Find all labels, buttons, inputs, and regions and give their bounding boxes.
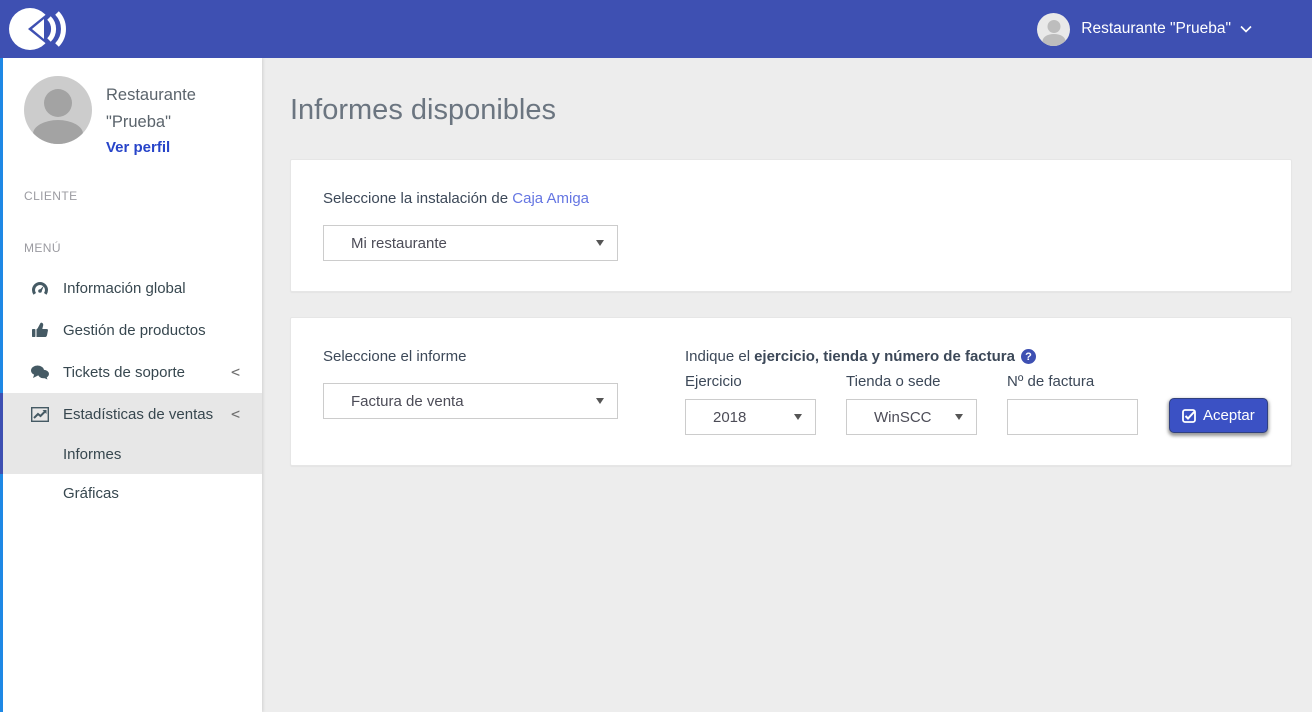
sidebar-subitem-graficas[interactable]: Gráficas [0,474,262,513]
sidebar-item-estadisticas-ventas[interactable]: Estadísticas de ventas < [0,393,262,435]
user-avatar [1037,13,1070,46]
chevron-left-icon: < [231,405,240,423]
report-card: Seleccione el informe Factura de venta I… [290,317,1292,466]
profile-name-line1: Restaurante [106,82,196,109]
page-title: Informes disponibles [290,94,1292,127]
accept-button-label: Aceptar [1203,407,1255,424]
report-select[interactable]: Factura de venta [323,383,618,419]
section-label-cliente: CLIENTE [0,189,262,203]
sidebar-item-tickets-soporte[interactable]: Tickets de soporte < [0,351,262,393]
ejercicio-label: Ejercicio [685,373,816,390]
comments-icon [30,365,49,380]
chevron-down-icon [1240,25,1252,33]
installation-select-value: Mi restaurante [351,235,447,252]
report-select-value: Factura de venta [351,393,464,410]
select-caret-icon [794,414,802,420]
invoice-instructions: Indique el ejercicio, tienda y número de… [685,348,1268,365]
sidebar-item-informacion-global[interactable]: Información global [0,267,262,309]
active-menu-group: Estadísticas de ventas < Informes [0,393,262,474]
instructions-normal-text: Indique el [685,348,750,365]
brand-logo[interactable] [8,6,74,52]
line-chart-icon [30,407,49,422]
report-select-label: Seleccione el informe [323,348,653,365]
tienda-select[interactable]: WinSCC [846,399,977,435]
profile-avatar [24,76,92,144]
installation-label: Seleccione la instalación de Caja Amiga [323,190,1259,207]
announcement-logo-icon [8,6,74,52]
factura-label: Nº de factura [1007,373,1138,390]
section-label-menu: MENÚ [0,241,262,255]
instructions-bold-text: ejercicio, tienda y número de factura [754,348,1015,365]
installation-label-text: Seleccione la instalación de [323,190,512,207]
select-caret-icon [596,398,604,404]
check-square-icon [1182,409,1196,423]
main-content: Informes disponibles Seleccione la insta… [262,0,1312,466]
ejercicio-select-value: 2018 [713,409,746,426]
tachometer-icon [30,281,49,296]
tienda-label: Tienda o sede [846,373,977,390]
select-caret-icon [596,240,604,246]
top-navbar: Restaurante "Prueba" [0,0,1312,58]
user-name: Restaurante "Prueba" [1081,20,1231,38]
sidebar-subitem-informes[interactable]: Informes [0,435,262,474]
user-menu[interactable]: Restaurante "Prueba" [1037,13,1252,46]
sidebar-item-label: Estadísticas de ventas [63,406,213,423]
installation-card: Seleccione la instalación de Caja Amiga … [290,159,1292,292]
installation-select[interactable]: Mi restaurante [323,225,618,261]
view-profile-link[interactable]: Ver perfil [106,139,170,156]
sidebar-item-label: Tickets de soporte [63,364,185,381]
sidebar-item-gestion-productos[interactable]: Gestión de productos [0,309,262,351]
caja-amiga-link[interactable]: Caja Amiga [512,190,589,207]
sidebar: Restaurante "Prueba" Ver perfil CLIENTE … [0,58,262,712]
profile-block: Restaurante "Prueba" Ver perfil [0,58,262,157]
thumbs-up-icon [30,322,49,338]
sidebar-item-label: Gestión de productos [63,322,206,339]
factura-input[interactable] [1007,399,1138,435]
ejercicio-select[interactable]: 2018 [685,399,816,435]
select-caret-icon [955,414,963,420]
chevron-left-icon: < [231,363,240,381]
accept-button[interactable]: Aceptar [1169,398,1268,433]
help-icon[interactable]: ? [1021,349,1036,364]
sidebar-item-label: Información global [63,280,186,297]
tienda-select-value: WinSCC [874,409,932,426]
profile-name-line2: "Prueba" [106,109,196,136]
